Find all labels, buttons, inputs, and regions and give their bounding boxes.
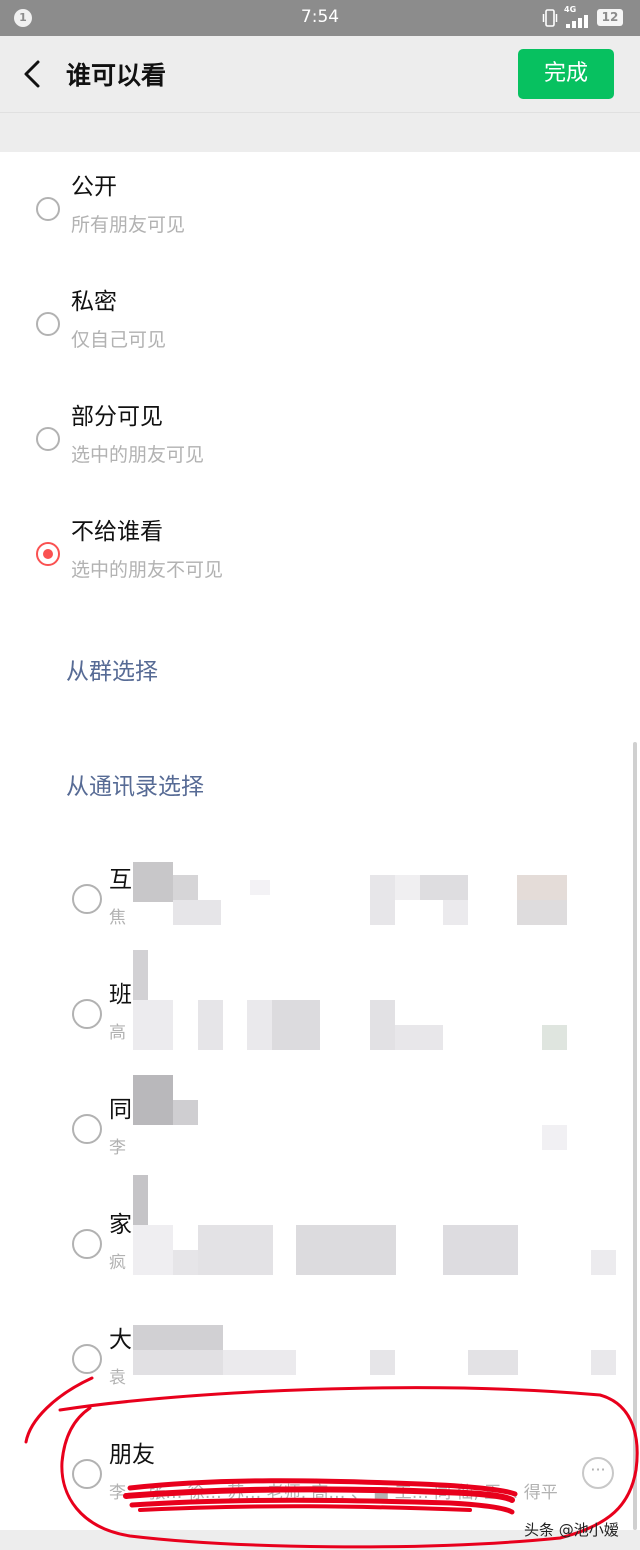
- radio-button-selected[interactable]: [36, 542, 60, 566]
- scrollbar[interactable]: [633, 742, 637, 1530]
- radio-button[interactable]: [72, 1114, 102, 1144]
- signal-icon: 4G: [564, 5, 592, 28]
- tag-row[interactable]: 大 袁: [0, 1308, 640, 1423]
- tag-members: 高: [109, 1023, 126, 1043]
- option-title: 公开: [71, 174, 117, 200]
- tag-name: 家: [109, 1212, 132, 1238]
- option-title: 部分可见: [71, 404, 163, 430]
- radio-button[interactable]: [36, 427, 60, 451]
- radio-button[interactable]: [72, 1229, 102, 1259]
- option-exclude[interactable]: 不给谁看 选中的朋友不可见: [0, 497, 640, 607]
- option-title: 私密: [71, 289, 117, 315]
- tag-name: 互: [109, 867, 132, 893]
- radio-button[interactable]: [72, 1344, 102, 1374]
- nav-bar: 谁可以看 完成: [0, 36, 640, 113]
- vibrate-icon: [542, 9, 558, 27]
- option-private[interactable]: 私密 仅自己可见: [0, 267, 640, 377]
- option-subtitle: 所有朋友可见: [71, 214, 186, 236]
- done-button[interactable]: 完成: [518, 49, 614, 99]
- battery-icon: 12: [597, 9, 623, 26]
- radio-button[interactable]: [72, 884, 102, 914]
- tag-name: 大: [109, 1327, 132, 1353]
- tag-members: 李… 张… 徐… 苏… 老师, 高… 、 ■ 工… 同 仙, 王… 得平, …: [109, 1483, 559, 1503]
- option-public[interactable]: 公开 所有朋友可见: [0, 152, 640, 262]
- select-from-contacts-link[interactable]: 从通讯录选择: [66, 767, 204, 801]
- tag-name: 同: [109, 1097, 132, 1123]
- radio-button[interactable]: [72, 1459, 102, 1489]
- page-title: 谁可以看: [66, 61, 167, 90]
- chevron-left-icon[interactable]: [16, 56, 52, 92]
- radio-button[interactable]: [72, 999, 102, 1029]
- select-from-group-link[interactable]: 从群选择: [66, 652, 158, 686]
- status-bar: 1 7:54 4G 12: [0, 0, 640, 36]
- radio-button[interactable]: [36, 312, 60, 336]
- tag-name: 班: [109, 982, 132, 1008]
- option-partial[interactable]: 部分可见 选中的朋友可见: [0, 382, 640, 492]
- tag-row[interactable]: 班 高: [0, 963, 640, 1078]
- radio-button[interactable]: [36, 197, 60, 221]
- option-title: 不给谁看: [71, 519, 163, 545]
- tag-members: 李: [109, 1138, 126, 1158]
- more-icon[interactable]: ···: [582, 1457, 614, 1489]
- option-subtitle: 选中的朋友不可见: [71, 559, 224, 581]
- tag-name: 朋友: [109, 1442, 155, 1468]
- option-subtitle: 仅自己可见: [71, 329, 167, 351]
- watermark: 头条 @池小嫒: [524, 1521, 619, 1539]
- option-subtitle: 选中的朋友可见: [71, 444, 205, 466]
